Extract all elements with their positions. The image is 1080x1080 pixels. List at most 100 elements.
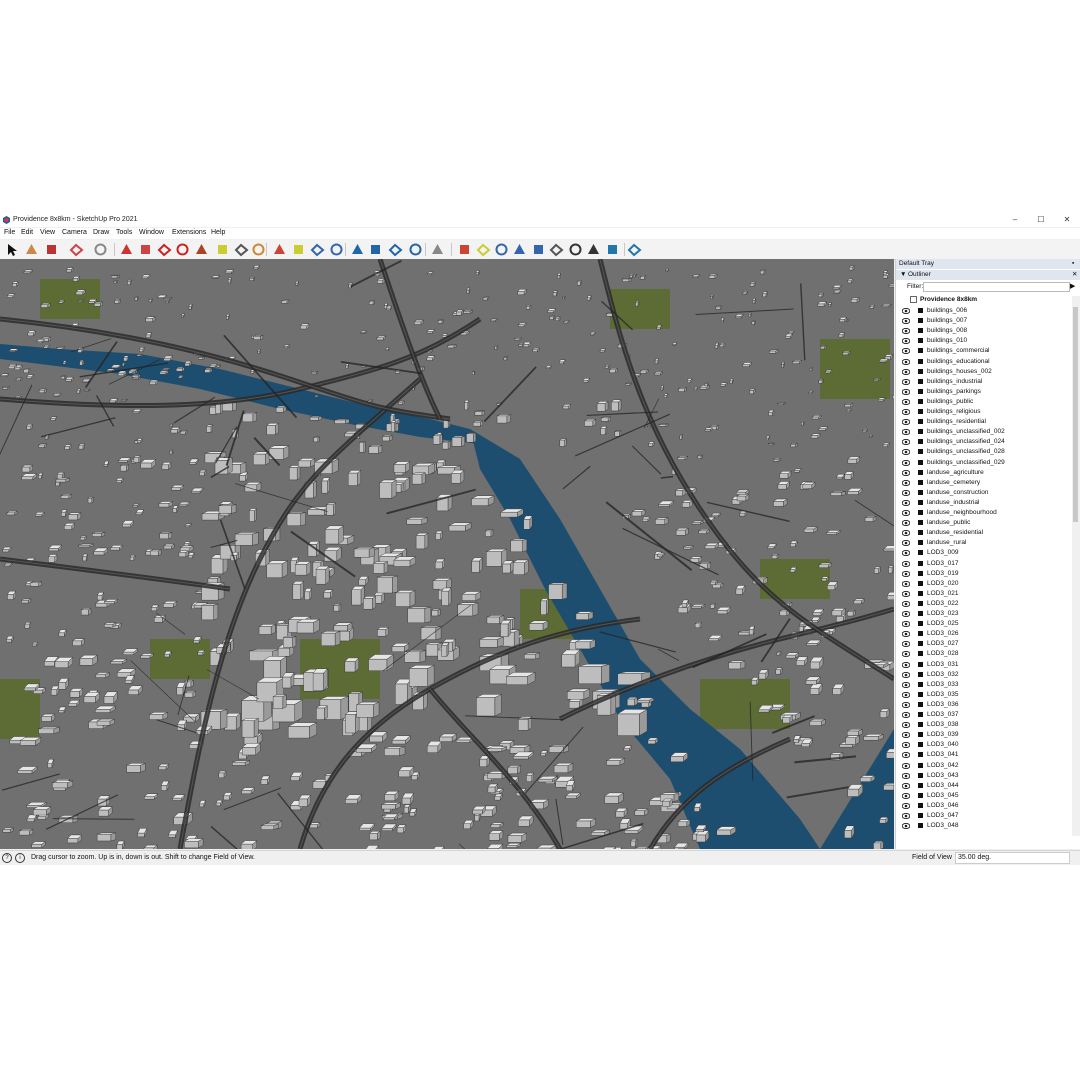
outliner-item[interactable]: landuse_rural — [896, 538, 1071, 548]
geo-status-icon[interactable]: ? — [2, 853, 12, 863]
outliner-item[interactable]: LOD3_036 — [896, 700, 1071, 710]
outliner-item[interactable]: LOD3_028 — [896, 649, 1071, 659]
outliner-item[interactable]: LOD3_026 — [896, 629, 1071, 639]
outliner-item[interactable]: LOD3_019 — [896, 569, 1071, 579]
menu-extensions[interactable]: Extensions — [172, 229, 206, 236]
outliner-item[interactable]: LOD3_047 — [896, 811, 1071, 821]
visibility-eye-icon[interactable] — [902, 388, 910, 395]
visibility-eye-icon[interactable] — [902, 560, 910, 567]
visibility-eye-icon[interactable] — [902, 701, 910, 708]
zoom-window-icon[interactable] — [476, 242, 491, 257]
outliner-item[interactable]: buildings_houses_002 — [896, 367, 1071, 377]
outliner-item[interactable]: landuse_industrial — [896, 498, 1071, 508]
outliner-item[interactable]: buildings_industrial — [896, 377, 1071, 387]
outliner-item[interactable]: LOD3_039 — [896, 730, 1071, 740]
eye-icon[interactable] — [531, 242, 546, 257]
outliner-item[interactable]: landuse_residential — [896, 528, 1071, 538]
visibility-eye-icon[interactable] — [902, 550, 910, 557]
pencil-icon[interactable] — [44, 242, 59, 257]
outliner-item[interactable]: buildings_unclassified_002 — [896, 427, 1071, 437]
visibility-eye-icon[interactable] — [902, 338, 910, 345]
visibility-eye-icon[interactable] — [902, 540, 910, 547]
visibility-eye-icon[interactable] — [902, 681, 910, 688]
outliner-item[interactable]: LOD3_046 — [896, 801, 1071, 811]
info-icon[interactable]: i — [15, 853, 25, 863]
visibility-eye-icon[interactable] — [902, 651, 910, 658]
visibility-eye-icon[interactable] — [902, 429, 910, 436]
visibility-eye-icon[interactable] — [902, 348, 910, 355]
section-icon[interactable] — [350, 242, 365, 257]
warehouse-icon[interactable] — [586, 242, 601, 257]
visibility-eye-icon[interactable] — [902, 510, 910, 516]
visibility-eye-icon[interactable] — [902, 398, 910, 405]
outliner-item[interactable]: LOD3_044 — [896, 781, 1071, 791]
orbit-icon[interactable] — [272, 242, 287, 257]
visibility-eye-icon[interactable] — [902, 671, 910, 678]
outliner-item[interactable]: buildings_educational — [896, 357, 1071, 367]
visibility-eye-icon[interactable] — [902, 439, 910, 446]
tape-measure-icon[interactable] — [215, 242, 230, 257]
visibility-eye-icon[interactable] — [902, 368, 910, 375]
outliner-item[interactable]: LOD3_043 — [896, 771, 1071, 781]
menu-tools[interactable]: Tools — [116, 229, 132, 236]
menu-help[interactable]: Help — [211, 229, 225, 236]
visibility-eye-icon[interactable] — [902, 469, 910, 476]
outliner-item[interactable]: LOD3_022 — [896, 599, 1071, 609]
outliner-item[interactable]: buildings_006 — [896, 306, 1071, 316]
outliner-item[interactable]: buildings_residential — [896, 417, 1071, 427]
outliner-item[interactable]: LOD3_035 — [896, 690, 1071, 700]
outliner-item[interactable]: LOD3_020 — [896, 579, 1071, 589]
paint-bucket-icon[interactable] — [251, 242, 266, 257]
outliner-item[interactable]: LOD3_040 — [896, 740, 1071, 750]
menu-edit[interactable]: Edit — [21, 229, 33, 236]
visibility-eye-icon[interactable] — [902, 631, 910, 638]
visibility-eye-icon[interactable] — [902, 530, 910, 537]
outliner-item[interactable]: LOD3_041 — [896, 750, 1071, 760]
visibility-eye-icon[interactable] — [902, 489, 910, 496]
outliner-root[interactable]: Providence 8x8km — [910, 296, 977, 306]
push-pull-icon[interactable] — [119, 242, 134, 257]
menu-draw[interactable]: Draw — [93, 229, 109, 236]
visibility-eye-icon[interactable] — [902, 580, 910, 587]
outliner-item[interactable]: buildings_007 — [896, 316, 1071, 326]
outliner-item[interactable]: buildings_public — [896, 397, 1071, 407]
visibility-eye-icon[interactable] — [902, 782, 910, 789]
outliner-item[interactable]: LOD3_025 — [896, 619, 1071, 629]
visibility-eye-icon[interactable] — [902, 308, 910, 314]
outliner-item[interactable]: LOD3_009 — [896, 548, 1071, 558]
outliner-details-icon[interactable]: ▶ — [1070, 282, 1075, 290]
rotate-icon[interactable] — [175, 242, 190, 257]
visibility-eye-icon[interactable] — [902, 520, 910, 527]
model-viewport[interactable] — [0, 259, 894, 849]
visibility-eye-icon[interactable] — [902, 732, 910, 739]
component-icon[interactable] — [568, 242, 583, 257]
visibility-eye-icon[interactable] — [902, 409, 910, 415]
outliner-item[interactable]: landuse_neighbourhood — [896, 508, 1071, 518]
visibility-eye-icon[interactable] — [902, 621, 910, 628]
walk-icon[interactable] — [430, 242, 445, 257]
outliner-item[interactable]: buildings_008 — [896, 326, 1071, 336]
visibility-eye-icon[interactable] — [902, 611, 910, 617]
extension-icon[interactable] — [605, 242, 620, 257]
minimize-button[interactable]: – — [1002, 214, 1028, 227]
city-model-render[interactable] — [0, 259, 894, 849]
visibility-eye-icon[interactable] — [902, 823, 910, 830]
outliner-item[interactable]: landuse_cemetery — [896, 478, 1071, 488]
outliner-item[interactable]: buildings_010 — [896, 336, 1071, 346]
outliner-item[interactable]: LOD3_023 — [896, 609, 1071, 619]
circle-icon[interactable] — [93, 242, 108, 257]
visibility-eye-icon[interactable] — [902, 600, 910, 607]
visibility-eye-icon[interactable] — [902, 742, 910, 749]
measurement-input[interactable]: 35.00 deg. — [955, 852, 1070, 864]
visibility-eye-icon[interactable] — [902, 358, 910, 365]
outliner-item[interactable]: buildings_religious — [896, 407, 1071, 417]
geo-location-icon[interactable] — [408, 242, 423, 257]
visibility-eye-icon[interactable] — [902, 318, 910, 325]
visibility-eye-icon[interactable] — [902, 499, 910, 506]
filter-input[interactable] — [923, 282, 1070, 292]
section-fill-icon[interactable] — [368, 242, 383, 257]
outliner-item[interactable]: landuse_construction — [896, 488, 1071, 498]
outliner-close-icon[interactable]: ✕ — [1072, 270, 1077, 278]
collapse-triangle-icon[interactable]: ▼ — [900, 271, 906, 278]
scale-icon[interactable] — [194, 242, 209, 257]
